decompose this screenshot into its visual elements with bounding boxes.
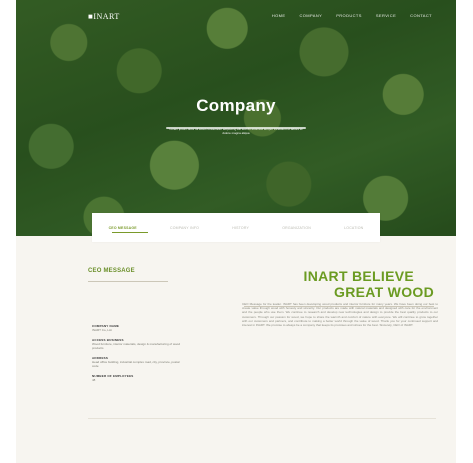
ceo-section-header: CEO MESSAGE	[88, 268, 176, 282]
nav-item-products[interactable]: PRODUCTS	[336, 13, 362, 18]
headline-line-2: GREAT WOOD	[334, 284, 434, 300]
tab-history[interactable]: HISTORY	[232, 226, 249, 230]
info-value: Head office building, industrial complex…	[92, 360, 180, 368]
info-value: INART Co.,Ltd.	[92, 328, 113, 332]
section-tabs: CEO MESSAGE COMPANY INFO HISTORY ORGANIZ…	[92, 213, 380, 242]
nav-item-service[interactable]: SERVICE	[376, 13, 396, 18]
hero-subtitle: Lorem ipsum dolor sit amet consectetur a…	[166, 127, 306, 135]
hero-description: Lorem ipsum dolor sit amet consectetur a…	[166, 127, 306, 135]
page-title: Company	[196, 96, 276, 115]
tab-organization[interactable]: ORGANIZATION	[282, 226, 311, 230]
main-nav: HOME COMPANY PRODUCTS SERVICE CONTACT	[272, 13, 432, 18]
footer-divider	[88, 418, 436, 419]
headline-line-1: INART BELIEVE	[303, 268, 414, 284]
active-tab-indicator	[112, 232, 148, 233]
ceo-message-body: CEO Message for the leader. INART has be…	[242, 302, 438, 328]
brand-logo[interactable]: ■INART	[88, 12, 120, 21]
company-info-list: COMPANY NAME INART Co.,Ltd. ACCESS BUSIN…	[92, 318, 182, 382]
tab-ceo-message[interactable]: CEO MESSAGE	[109, 226, 137, 230]
nav-item-home[interactable]: HOME	[272, 13, 286, 18]
info-value: 48	[92, 378, 96, 382]
tab-company-info[interactable]: COMPANY INFO	[170, 226, 199, 230]
divider	[88, 281, 168, 282]
nav-item-contact[interactable]: CONTACT	[410, 13, 432, 18]
website-frame: ■INART HOME COMPANY PRODUCTS SERVICE CON…	[16, 0, 456, 463]
page: ■INART HOME COMPANY PRODUCTS SERVICE CON…	[0, 0, 473, 463]
section-title: CEO MESSAGE	[88, 268, 135, 274]
tab-location[interactable]: LOCATION	[344, 226, 363, 230]
hero-overlay	[16, 0, 456, 236]
hero-banner: ■INART HOME COMPANY PRODUCTS SERVICE CON…	[16, 0, 456, 236]
info-value: Wood furniture, interior materials, desi…	[92, 342, 180, 350]
nav-item-company[interactable]: COMPANY	[299, 13, 322, 18]
